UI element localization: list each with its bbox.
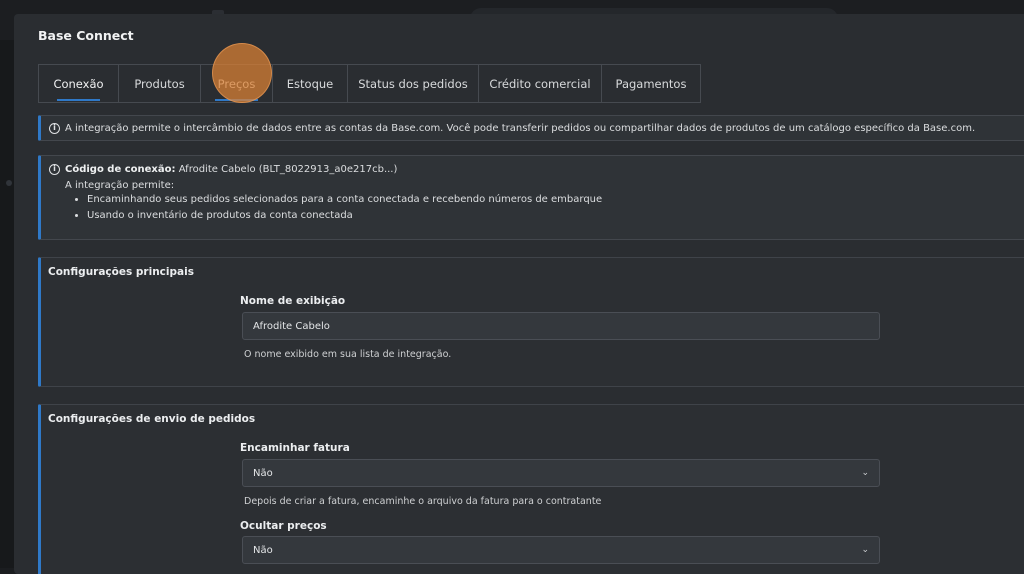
- tab-label: Status dos pedidos: [358, 77, 467, 91]
- hide-prices-select[interactable]: Não ⌄: [242, 536, 880, 564]
- tab-precos[interactable]: Preços: [201, 64, 273, 103]
- list-item: Usando o inventário de produtos da conta…: [87, 210, 602, 222]
- main-settings-panel: Configurações principais Nome de exibiçã…: [38, 257, 1024, 387]
- panel-title: Configurações de envio de pedidos: [48, 413, 255, 425]
- tab-pagamentos[interactable]: Pagamentos: [602, 64, 701, 103]
- display-name-value: Afrodite Cabelo: [253, 321, 330, 332]
- tab-credito-comercial[interactable]: Crédito comercial: [479, 64, 602, 103]
- chevron-down-icon: ⌄: [861, 468, 869, 478]
- background-sidebar: [0, 40, 14, 568]
- tab-label: Conexão: [53, 77, 103, 91]
- chevron-down-icon: ⌄: [861, 545, 869, 555]
- connection-code-value: Afrodite Cabelo (BLT_8022913_a0e217cb...…: [179, 164, 398, 175]
- forward-invoice-label: Encaminhar fatura: [240, 442, 350, 454]
- modal-title: Base Connect: [38, 28, 134, 43]
- background-sidebar-dot: [6, 180, 12, 186]
- base-connect-modal: Base Connect Conexão Produtos Preços Est…: [14, 14, 1024, 574]
- hover-tab-indicator: [215, 99, 258, 101]
- tab-estoque[interactable]: Estoque: [273, 64, 348, 103]
- forward-invoice-help: Depois de criar a fatura, encaminhe o ar…: [244, 496, 601, 507]
- tab-label: Preços: [218, 77, 256, 91]
- tab-produtos[interactable]: Produtos: [119, 64, 201, 103]
- connection-code-label: Código de conexão:: [65, 164, 176, 175]
- info-icon: i: [49, 123, 60, 134]
- tab-status-pedidos[interactable]: Status dos pedidos: [348, 64, 479, 103]
- list-item: Encaminhando seus pedidos selecionados p…: [87, 194, 602, 206]
- tab-label: Estoque: [287, 77, 333, 91]
- info-banner-text: A integração permite o intercâmbio de da…: [65, 123, 975, 134]
- connection-intro: A integração permite:: [65, 180, 174, 191]
- tab-conexao[interactable]: Conexão: [38, 64, 119, 103]
- forward-invoice-select[interactable]: Não ⌄: [242, 459, 880, 487]
- connection-features-list: Encaminhando seus pedidos selecionados p…: [65, 194, 602, 226]
- hide-prices-value: Não: [253, 545, 273, 556]
- display-name-label: Nome de exibição: [240, 295, 345, 307]
- tab-bar: Conexão Produtos Preços Estoque Status d…: [38, 64, 701, 103]
- forward-invoice-value: Não: [253, 468, 273, 479]
- active-tab-indicator: [57, 99, 100, 101]
- panel-title: Configurações principais: [48, 266, 194, 278]
- hide-prices-label: Ocultar preços: [240, 520, 327, 532]
- info-banner: i A integração permite o intercâmbio de …: [38, 115, 1024, 141]
- tab-label: Crédito comercial: [489, 77, 590, 91]
- display-name-input[interactable]: Afrodite Cabelo: [242, 312, 880, 340]
- tab-label: Produtos: [134, 77, 184, 91]
- connection-info-box: i Código de conexão: Afrodite Cabelo (BL…: [38, 155, 1024, 240]
- connection-code: Código de conexão: Afrodite Cabelo (BLT_…: [65, 164, 397, 175]
- tab-label: Pagamentos: [616, 77, 687, 91]
- order-settings-panel: Configurações de envio de pedidos Encami…: [38, 404, 1024, 574]
- info-icon: i: [49, 164, 60, 175]
- display-name-help: O nome exibido em sua lista de integraçã…: [244, 349, 451, 360]
